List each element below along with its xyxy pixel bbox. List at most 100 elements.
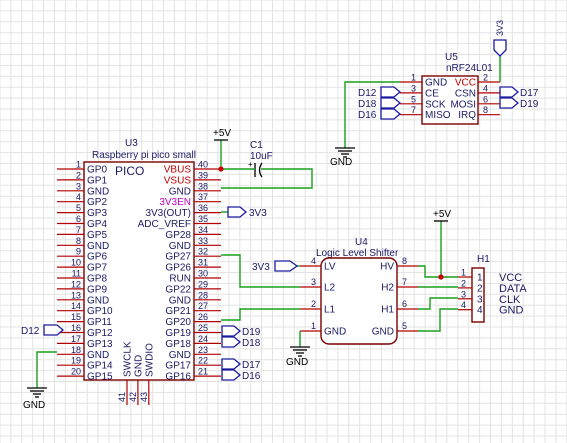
wire-hv-vcc bbox=[418, 265, 458, 278]
u3-pin-number: 28 bbox=[198, 290, 208, 300]
u3-pin-name: GP13 bbox=[87, 339, 113, 350]
u4-pin-name: L1 bbox=[324, 305, 336, 316]
u3-pin-name: GND bbox=[133, 355, 144, 377]
u3-pin-number: 42 bbox=[128, 392, 138, 402]
u3-pin-number: 20 bbox=[71, 367, 81, 377]
u4-pin-name: H2 bbox=[381, 283, 394, 294]
u5-pin-number: 6 bbox=[483, 94, 488, 104]
u5-nrf24l01[interactable]: U5 nRF24L01 1 GND3 CE5 SCK7 MISO 2VCC 4CSN 6MO… bbox=[400, 52, 500, 125]
u3-pin-name: GP17 bbox=[165, 361, 191, 372]
u3-pin-name: GP21 bbox=[165, 306, 191, 317]
u3-pin-name: GP12 bbox=[87, 328, 113, 339]
u4-pin-name: L2 bbox=[324, 283, 336, 294]
port-3v3-u3[interactable]: 3V3 bbox=[227, 206, 267, 219]
port-d19-u5[interactable]: D19 bbox=[499, 97, 539, 110]
junction-vbus bbox=[218, 166, 224, 172]
u3-pin-number: 30 bbox=[198, 269, 208, 279]
u3-pin-number: 4 bbox=[76, 192, 81, 202]
u3-pin-name: GP26 bbox=[165, 263, 191, 274]
port-d16-u5[interactable]: D16 bbox=[358, 108, 402, 121]
h1-pin-number: 4 bbox=[461, 300, 466, 310]
u3-pin-name: GP10 bbox=[87, 306, 113, 317]
u5-pin-name: SCK bbox=[425, 99, 446, 110]
c1-designator: C1 bbox=[250, 140, 263, 151]
h1-pin-number-inner: 4 bbox=[477, 305, 483, 316]
port-d18-u3-label: D18 bbox=[242, 338, 261, 349]
u3-pin-number: 43 bbox=[139, 392, 149, 402]
u4-pin-number: 7 bbox=[402, 277, 407, 287]
u3-pin-number: 19 bbox=[71, 356, 81, 366]
u3-pin-number: 27 bbox=[198, 301, 208, 311]
u4-pin-name: GND bbox=[372, 327, 394, 338]
u3-pin-number: 14 bbox=[71, 301, 81, 311]
port-d16-u3-label: D16 bbox=[242, 371, 261, 382]
u3-pin-name: GP0 bbox=[87, 165, 107, 176]
u5-pin-number: 8 bbox=[483, 105, 488, 115]
port-d16-u3[interactable]: D16 bbox=[221, 369, 261, 382]
u3-pin-number: 36 bbox=[198, 203, 208, 213]
port-d19-u3[interactable]: D19 bbox=[221, 325, 261, 338]
u3-pin-name: GND bbox=[87, 295, 109, 306]
u3-pin-number: 18 bbox=[71, 345, 81, 355]
schematic-canvas: U3 Raspberry pi pico small PICO 1 GP0 2 GP1… bbox=[0, 0, 567, 443]
u4-pin-name: LV bbox=[324, 262, 336, 273]
u3-pin-name: VBUS bbox=[164, 165, 192, 176]
port-d19-u3-label: D19 bbox=[242, 327, 261, 338]
u3-pin-name: GP5 bbox=[87, 230, 107, 241]
u3-pin-name: GP22 bbox=[165, 284, 191, 295]
u3-pin-number: 39 bbox=[198, 170, 208, 180]
wire-gp20-l1 bbox=[221, 308, 300, 321]
port-3v3-u5[interactable]: 3V3 bbox=[493, 20, 507, 57]
u3-pin-number: 11 bbox=[72, 269, 81, 279]
u3-pin-number: 2 bbox=[76, 170, 81, 180]
u3-pin-number: 31 bbox=[198, 258, 208, 268]
u3-pin-number: 16 bbox=[71, 323, 81, 333]
gnd-u5: GND bbox=[330, 147, 355, 168]
power-5v-top: +5V bbox=[213, 128, 231, 141]
u4-level-shifter[interactable]: U4 Logic Level Shifter 4LV3L22L11GND 8HV… bbox=[300, 237, 418, 345]
u3-pin-number: 1 bbox=[76, 160, 81, 170]
u3-pin-name: GP1 bbox=[87, 175, 107, 186]
u3-pin-name: GND bbox=[87, 350, 109, 361]
u3-pin-name: GP19 bbox=[165, 328, 191, 339]
port-d18-u3[interactable]: D18 bbox=[221, 336, 261, 349]
u3-pin-name: GP14 bbox=[87, 361, 113, 372]
port-3v3-u4[interactable]: 3V3 bbox=[252, 260, 299, 273]
junction-vcc bbox=[438, 274, 444, 280]
c1-value: 10uF bbox=[250, 151, 273, 162]
u3-designator: U3 bbox=[125, 138, 138, 149]
port-3v3-u4-label: 3V3 bbox=[252, 262, 270, 273]
u3-pin-name: GP15 bbox=[87, 372, 113, 383]
u3-pin-name: GP27 bbox=[165, 252, 191, 263]
u4-designator: U4 bbox=[355, 237, 368, 248]
u5-pin-name: IRQ bbox=[458, 110, 476, 121]
u3-description: Raspberry pi pico small bbox=[92, 150, 196, 161]
h1-pin-number-inner: 1 bbox=[477, 273, 483, 284]
u3-pin-name: VSUS bbox=[164, 175, 192, 186]
u3-pin-number: 37 bbox=[198, 192, 208, 202]
port-3v3-u3-label: 3V3 bbox=[249, 208, 267, 219]
port-d12-u3-label: D12 bbox=[21, 326, 40, 337]
h1-pin-number: 1 bbox=[461, 268, 466, 278]
u3-body-label: PICO bbox=[115, 164, 144, 178]
h1-designator: H1 bbox=[477, 254, 490, 265]
h1-pin-number: 3 bbox=[461, 289, 466, 299]
port-d17-u3[interactable]: D17 bbox=[221, 358, 261, 371]
u3-pin-number: 26 bbox=[198, 312, 208, 322]
u3-pin-number: 32 bbox=[198, 247, 208, 257]
u5-right-pins: 2 VCC 4 CSN 6 MOSI 8 IRQ bbox=[450, 73, 500, 121]
u3-pin-name: GP11 bbox=[87, 317, 112, 328]
u3-pin-number: 12 bbox=[71, 279, 81, 289]
c1-polarity: + bbox=[248, 160, 253, 169]
u4-pin-number: 2 bbox=[311, 299, 316, 309]
port-d17-u5[interactable]: D17 bbox=[499, 86, 539, 99]
u4-pin-name: GND bbox=[324, 327, 346, 338]
gnd-u4: GND bbox=[286, 346, 310, 368]
u3-pin-number: 7 bbox=[76, 225, 81, 235]
c1-capacitor[interactable]: C1 10uF + bbox=[248, 140, 273, 178]
u5-pin-name: CE bbox=[425, 88, 439, 99]
u5-pin-number: 4 bbox=[483, 83, 488, 93]
port-d12-u5[interactable]: D12 bbox=[358, 86, 402, 99]
port-d18-u5[interactable]: D18 bbox=[358, 97, 402, 110]
u3-pin-number: 8 bbox=[76, 236, 81, 246]
